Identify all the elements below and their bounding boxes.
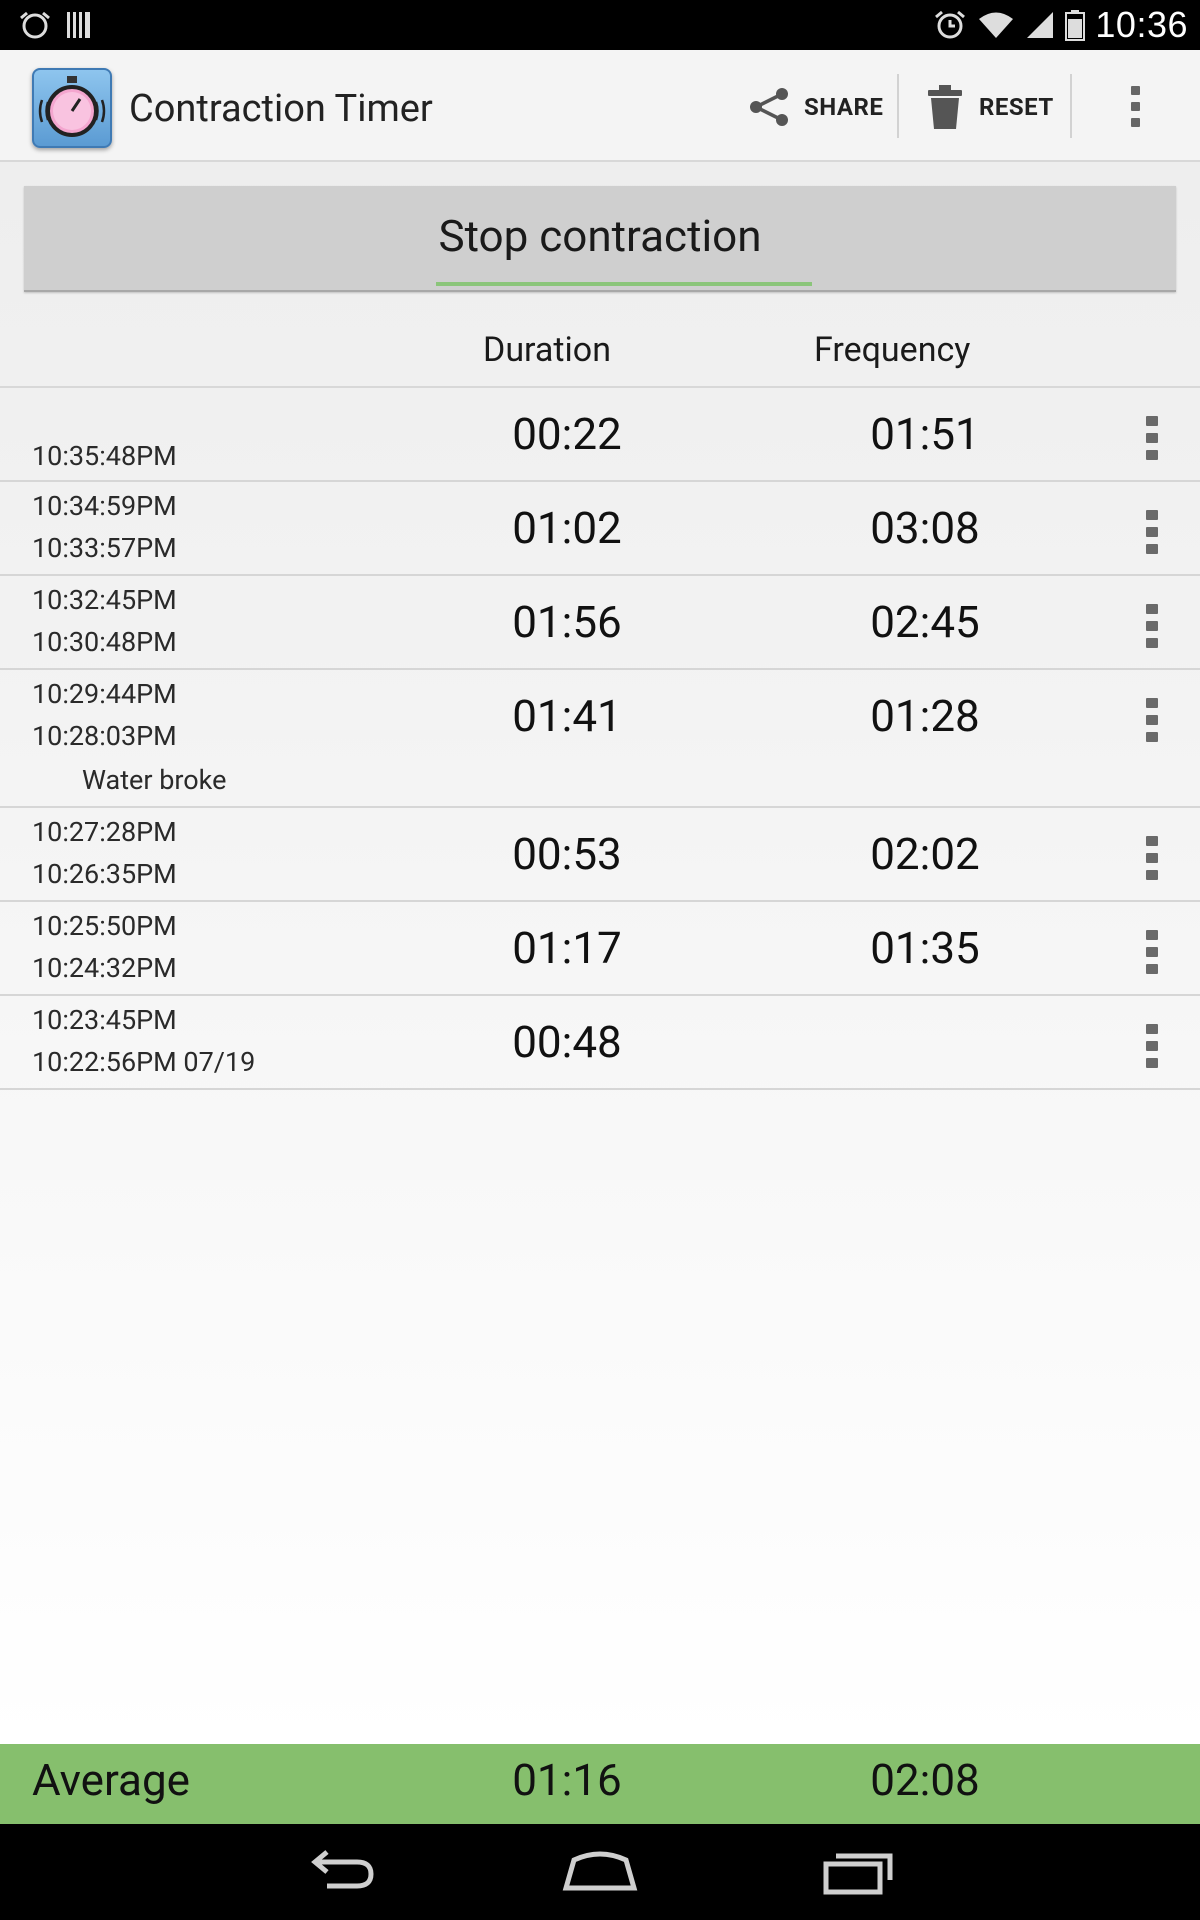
frequency-value: 01:51 [870,408,980,460]
table-row[interactable]: 10:23:45PM 10:22:56PM 07/19 00:48 [0,996,1200,1090]
start-time: 10:29:44PM [32,678,177,710]
share-icon [750,88,788,126]
frequency-value: 01:35 [870,922,980,974]
end-time: 10:26:35PM [32,858,177,890]
home-icon[interactable] [560,1844,640,1900]
app-icon[interactable] [32,68,112,148]
app-title: Contraction Timer [129,87,433,131]
duration-value: 01:02 [512,502,622,554]
duration-value: 00:22 [512,408,622,460]
table-row[interactable]: 10:27:28PM 10:26:35PM 00:53 02:02 [0,808,1200,902]
end-time: 10:35:48PM [32,440,177,472]
frequency-value: 02:02 [870,828,980,880]
average-bar: Average 01:16 02:08 [0,1744,1200,1824]
recent-apps-icon[interactable] [818,1844,898,1900]
alarm-icon [935,10,966,39]
end-time: 10:22:56PM 07/19 [32,1046,256,1078]
reset-label: RESET [979,93,1054,121]
average-duration: 01:16 [512,1754,622,1806]
barcode-icon [67,12,90,38]
share-button[interactable]: SHARE [748,62,883,152]
action-divider [897,74,899,138]
start-time: 10:34:59PM [32,490,177,522]
duration-header: Duration [483,330,611,370]
end-time: 10:30:48PM [32,626,177,658]
table-row[interactable]: 10:35:48PM 00:22 01:51 [0,388,1200,482]
stop-contraction-button[interactable]: Stop contraction [24,186,1176,292]
action-divider [1070,74,1072,138]
end-time: 10:24:32PM [32,952,177,984]
duration-value: 00:48 [512,1016,622,1068]
reset-button[interactable]: RESET [925,62,1054,152]
row-menu-icon[interactable] [1146,416,1158,460]
start-time: 10:25:50PM [32,910,177,942]
average-frequency: 02:08 [870,1754,980,1806]
row-menu-icon[interactable] [1146,1024,1158,1068]
row-menu-icon[interactable] [1146,604,1158,648]
duration-value: 01:56 [512,596,622,648]
row-note: Water broke [82,764,227,796]
signal-icon [1027,12,1054,38]
battery-icon [1065,10,1086,41]
wifi-icon [979,12,1014,38]
status-bar: 10:36 [0,0,1200,50]
duration-value: 01:41 [512,690,622,742]
row-menu-icon[interactable] [1146,836,1158,880]
navigation-bar [0,1824,1200,1920]
start-time: 10:32:45PM [32,584,177,616]
table-row[interactable]: 10:25:50PM 10:24:32PM 01:17 01:35 [0,902,1200,996]
row-menu-icon[interactable] [1146,698,1158,742]
table-row[interactable]: 10:29:44PM 10:28:03PM Water broke 01:41 … [0,670,1200,808]
stop-button-underline [436,282,812,286]
share-label: SHARE [804,93,884,121]
start-time: 10:27:28PM [32,816,177,848]
average-label: Average [32,1754,191,1806]
trash-icon [928,85,962,129]
stopwatch-icon [38,76,106,137]
end-time: 10:33:57PM [32,532,177,564]
row-menu-icon[interactable] [1146,510,1158,554]
status-clock: 10:36 [1095,4,1188,45]
table-row[interactable]: 10:34:59PM 10:33:57PM 01:02 03:08 [0,482,1200,576]
table-row[interactable]: 10:32:45PM 10:30:48PM 01:56 02:45 [0,576,1200,670]
duration-value: 00:53 [512,828,622,880]
row-menu-icon[interactable] [1146,930,1158,974]
frequency-value: 03:08 [870,502,980,554]
overflow-menu-icon[interactable] [1131,86,1140,127]
end-time: 10:28:03PM [32,720,177,752]
frequency-value: 02:45 [870,596,980,648]
duration-value: 01:17 [512,922,622,974]
start-time: 10:23:45PM [32,1004,177,1036]
alarm-outline-icon [20,11,50,39]
stop-contraction-label: Stop contraction [438,210,762,262]
frequency-value: 01:28 [870,690,980,742]
back-icon[interactable] [303,1844,383,1900]
frequency-header: Frequency [814,330,971,370]
